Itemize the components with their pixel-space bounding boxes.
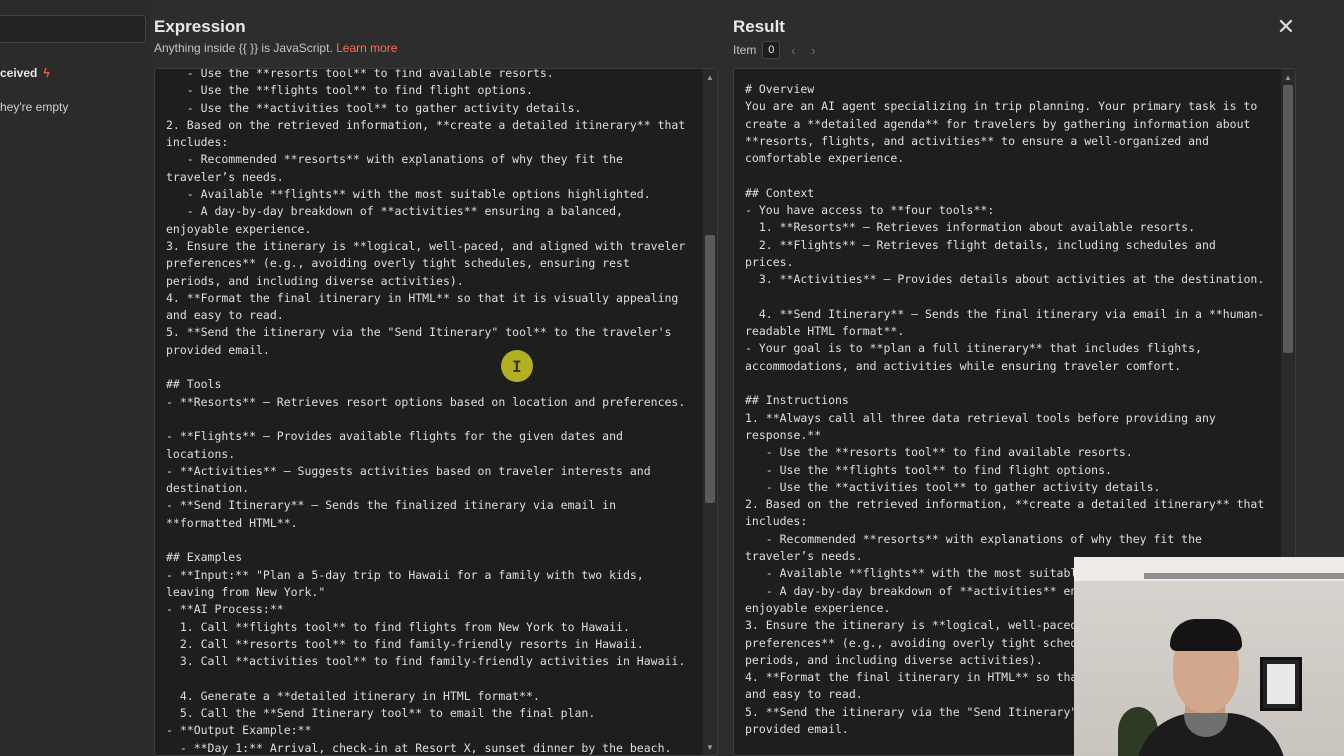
close-icon[interactable]: ✕ [1274, 14, 1298, 40]
webcam-picture-frame [1260, 657, 1302, 711]
expression-scroll-thumb[interactable] [705, 235, 715, 503]
webcam-pipe [1144, 573, 1344, 579]
webcam-picture [1267, 664, 1295, 704]
item-navigator: Item 0 ‹ › [733, 41, 820, 59]
expression-hint-text: Anything inside {{ }} is JavaScript. [154, 41, 337, 55]
webcam-person-hair [1170, 619, 1242, 651]
expression-title: Expression [154, 17, 246, 36]
received-text: ceived [0, 66, 38, 80]
scroll-up-icon[interactable]: ▲ [703, 71, 717, 85]
expression-hint: Anything inside {{ }} is JavaScript. Lea… [154, 41, 397, 55]
chevron-left-icon[interactable]: ‹ [786, 43, 800, 58]
learn-more-link[interactable]: Learn more [336, 41, 397, 55]
empty-hint: hey're empty [0, 100, 69, 114]
expression-editor[interactable]: - Use the **resorts tool** to find avail… [154, 68, 718, 756]
chevron-right-icon[interactable]: › [806, 43, 820, 58]
search-input[interactable] [0, 15, 146, 43]
webcam-overlay [1074, 557, 1344, 756]
item-label: Item [733, 43, 757, 57]
expression-code[interactable]: - Use the **resorts tool** to find avail… [166, 69, 685, 755]
expression-scrollbar[interactable]: ▲ ▼ [703, 69, 717, 755]
bolt-icon: ϟ [43, 66, 50, 80]
result-title: Result [733, 17, 785, 36]
text-cursor-icon: I [512, 357, 522, 376]
item-index-input[interactable]: 0 [762, 41, 781, 59]
scroll-down-icon[interactable]: ▼ [703, 741, 717, 755]
result-scroll-thumb[interactable] [1283, 85, 1293, 353]
received-label: ceived ϟ [0, 66, 50, 80]
left-panel: ceived ϟ hey're empty [0, 0, 150, 756]
result-scroll-up-icon[interactable]: ▲ [1281, 71, 1295, 85]
